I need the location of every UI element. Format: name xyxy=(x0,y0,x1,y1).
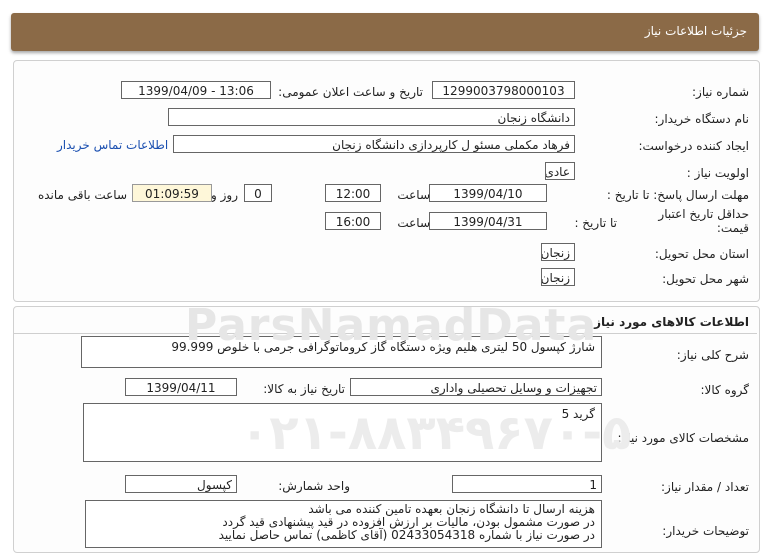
deadline-label: مهلت ارسال پاسخ: تا تاریخ : xyxy=(606,188,749,202)
remaining-time-field: 01:09:59 xyxy=(132,184,212,202)
group-field: تجهیزات و وسایل تحصیلی واداری xyxy=(350,378,602,396)
announce-label: تاریخ و ساعت اعلان عمومی: xyxy=(278,85,423,99)
buyer-notes-label: توضیحات خریدار: xyxy=(662,524,749,538)
province-field: زنجان xyxy=(541,243,575,261)
group-label: گروه کالا: xyxy=(700,383,750,397)
priority-label: اولویت نیاز : xyxy=(686,166,749,180)
creator-field: فرهاد مکملی مسئو ل کارپردازی دانشگاه زنج… xyxy=(173,135,575,153)
validity-label-2: قیمت: xyxy=(716,221,749,235)
validity-label-1: حداقل تاریخ اعتبار xyxy=(658,207,749,221)
qty-label: تعداد / مقدار نیاز: xyxy=(661,480,749,494)
need-number-field: 1299003798000103 xyxy=(432,81,575,99)
buyer-notes-field: هزینه ارسال تا دانشگاه زنجان بعهده تامین… xyxy=(85,500,602,548)
specs-field: گرید 5 xyxy=(83,403,602,462)
buyer-contact-link[interactable]: اطلاعات تماس خریدار xyxy=(57,138,168,152)
page-title: جزئیات اطلاعات نیاز xyxy=(644,24,747,38)
unit-label: واحد شمارش: xyxy=(278,479,350,493)
city-label: شهر محل تحویل: xyxy=(662,272,749,286)
section-divider xyxy=(14,333,757,334)
validity-to-label: تا تاریخ : xyxy=(574,216,617,230)
need-number-label: شماره نیاز: xyxy=(692,85,749,99)
city-field: زنجان xyxy=(541,268,575,286)
validity-date-field: 1399/04/31 xyxy=(429,212,547,230)
province-label: استان محل تحویل: xyxy=(654,247,749,261)
summary-field: شارژ کپسول 50 لیتری هلیم ویژه دستگاه گاز… xyxy=(81,336,602,368)
buyer-note-line: در صورت نیاز با شماره 02433054318 (آقای … xyxy=(218,528,595,542)
days-field: 0 xyxy=(244,184,272,202)
deadline-time-field: 12:00 xyxy=(325,184,381,202)
days-label: روز و xyxy=(211,188,238,202)
goods-section-title: اطلاعات کالاهای مورد نیاز xyxy=(594,315,749,329)
deadline-date-field: 1399/04/10 xyxy=(429,184,547,202)
buyer-org-label: نام دستگاه خریدار: xyxy=(654,112,750,126)
announce-field: 1399/04/09 - 13:06 xyxy=(121,81,271,99)
deadline-time-label: ساعت xyxy=(397,188,430,202)
need-date-field: 1399/04/11 xyxy=(125,378,237,396)
unit-field: کپسول xyxy=(125,475,237,493)
specs-label: مشخصات کالای مورد نیاز: xyxy=(617,431,749,445)
qty-field: 1 xyxy=(452,475,602,493)
need-date-label: تاریخ نیاز به کالا: xyxy=(263,382,345,396)
creator-label: ایجاد کننده درخواست: xyxy=(638,139,749,153)
validity-time-field: 16:00 xyxy=(325,212,381,230)
page-header: جزئیات اطلاعات نیاز xyxy=(11,13,759,51)
priority-field: عادی xyxy=(545,162,575,180)
validity-time-label: ساعت xyxy=(397,216,430,230)
summary-label: شرح کلی نیاز: xyxy=(676,348,749,362)
remaining-label: ساعت باقی مانده xyxy=(37,188,127,202)
buyer-org-field: دانشگاه زنجان xyxy=(168,108,575,126)
